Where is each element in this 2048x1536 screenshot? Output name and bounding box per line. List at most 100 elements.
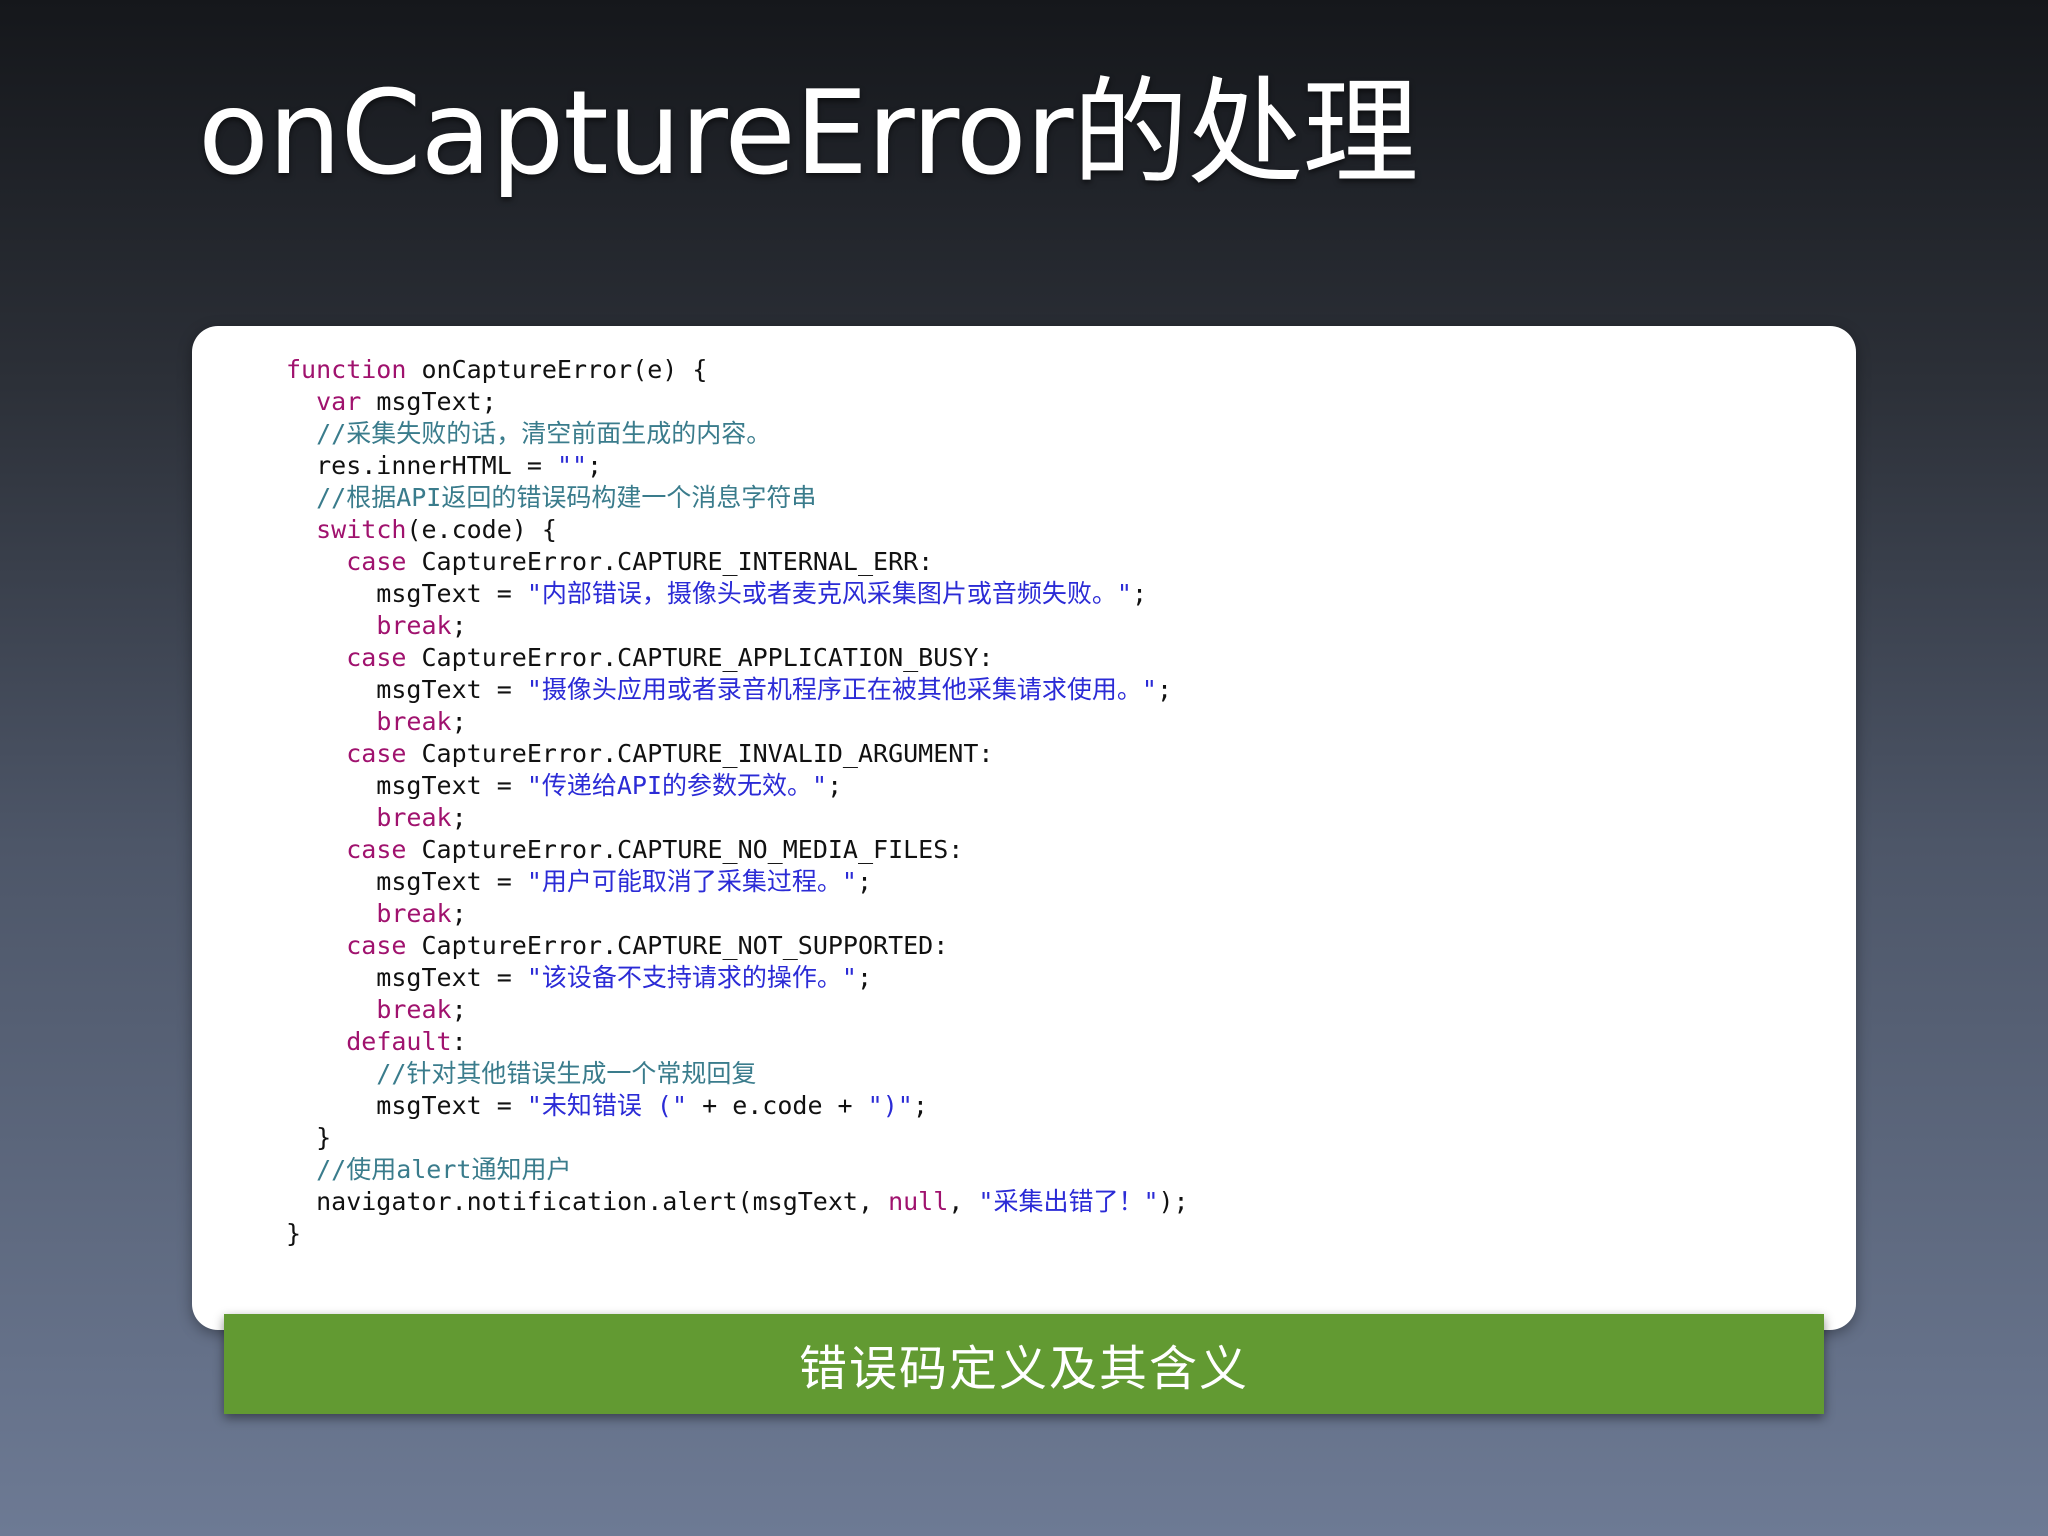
code-text: CaptureError.CAPTURE_INTERNAL_ERR: — [406, 547, 934, 576]
caption-text: 错误码定义及其含义 — [798, 1341, 1249, 1397]
code-text: } — [286, 1219, 302, 1248]
code-text: msgText = — [286, 963, 527, 992]
code-text: ; — [451, 707, 467, 736]
code-line: msgText = "该设备不支持请求的操作。"; — [286, 962, 1189, 994]
code-text: res.innerHTML = — [286, 451, 557, 480]
code-keyword: break — [376, 803, 452, 832]
code-string: ")" — [867, 1091, 913, 1120]
code-text: ; — [912, 1091, 928, 1120]
code-string: "该设备不支持请求的操作。" — [526, 963, 857, 992]
code-keyword: case — [346, 835, 407, 864]
code-text: : — [451, 1027, 467, 1056]
code-text: msgText = — [286, 771, 527, 800]
code-line: case CaptureError.CAPTURE_INVALID_ARGUME… — [286, 738, 1189, 770]
caption-bar: 错误码定义及其含义 — [224, 1314, 1824, 1414]
code-keyword: null — [888, 1187, 949, 1216]
code-text: msgText; — [361, 387, 497, 416]
code-keyword: default — [346, 1027, 452, 1056]
code-comment: //针对其他错误生成一个常规回复 — [286, 1059, 757, 1088]
code-keyword: case — [346, 547, 407, 576]
code-text: ; — [451, 899, 467, 928]
code-text: navigator.notification.alert(msgText, — [286, 1187, 889, 1216]
code-line: msgText = "摄像头应用或者录音机程序正在被其他采集请求使用。"; — [286, 674, 1189, 706]
code-keyword: case — [346, 931, 407, 960]
code-string: "" — [556, 451, 588, 480]
code-text: CaptureError.CAPTURE_NO_MEDIA_FILES: — [406, 835, 964, 864]
code-keyword: break — [376, 611, 452, 640]
code-string: "传递给API的参数无效。" — [526, 771, 828, 800]
code-line: msgText = "未知错误 (" + e.code + ")"; — [286, 1090, 1189, 1122]
code-line: case CaptureError.CAPTURE_APPLICATION_BU… — [286, 642, 1189, 674]
code-keyword: var — [316, 387, 362, 416]
code-text: } — [286, 1123, 332, 1152]
code-line: break; — [286, 706, 1189, 738]
slide-title: onCaptureError的处理 — [198, 66, 1418, 201]
code-text: CaptureError.CAPTURE_INVALID_ARGUMENT: — [406, 739, 994, 768]
code-text: , — [948, 1187, 979, 1216]
code-text: ; — [827, 771, 843, 800]
code-string: "内部错误，摄像头或者麦克风采集图片或音频失败。" — [526, 579, 1132, 608]
code-text: ; — [856, 867, 872, 896]
code-keyword: break — [376, 995, 452, 1024]
code-line: case CaptureError.CAPTURE_NO_MEDIA_FILES… — [286, 834, 1189, 866]
code-keyword: switch — [316, 515, 407, 544]
code-line: break; — [286, 994, 1189, 1026]
code-text: onCaptureError(e) { — [406, 355, 708, 384]
code-comment: //根据API返回的错误码构建一个消息字符串 — [286, 483, 817, 512]
code-text: ; — [1131, 579, 1147, 608]
code-string: "未知错误 (" — [526, 1091, 688, 1120]
code-line: msgText = "内部错误，摄像头或者麦克风采集图片或音频失败。"; — [286, 578, 1189, 610]
code-line: switch(e.code) { — [286, 514, 1189, 546]
code-keyword: function — [286, 355, 407, 384]
code-keyword: break — [376, 707, 452, 736]
code-text: ; — [451, 995, 467, 1024]
code-comment: //采集失败的话，清空前面生成的内容。 — [286, 419, 772, 448]
code-text: msgText = — [286, 867, 527, 896]
code-line: default: — [286, 1026, 1189, 1058]
code-text: msgText = — [286, 579, 527, 608]
code-keyword: case — [346, 643, 407, 672]
code-text: CaptureError.CAPTURE_APPLICATION_BUSY: — [406, 643, 994, 672]
code-line: //使用alert通知用户 — [286, 1154, 1189, 1186]
code-string: "摄像头应用或者录音机程序正在被其他采集请求使用。" — [526, 675, 1157, 704]
code-line: function onCaptureError(e) { — [286, 354, 1189, 386]
code-text: ; — [587, 451, 603, 480]
code-text: ; — [856, 963, 872, 992]
code-line: //采集失败的话，清空前面生成的内容。 — [286, 418, 1189, 450]
code-line: //针对其他错误生成一个常规回复 — [286, 1058, 1189, 1090]
code-text: + e.code + — [687, 1091, 868, 1120]
code-line: } — [286, 1218, 1189, 1250]
code-text: (e.code) { — [406, 515, 557, 544]
code-keyword: break — [376, 899, 452, 928]
code-line: msgText = "用户可能取消了采集过程。"; — [286, 866, 1189, 898]
code-line: case CaptureError.CAPTURE_NOT_SUPPORTED: — [286, 930, 1189, 962]
code-line: } — [286, 1122, 1189, 1154]
code-line: res.innerHTML = ""; — [286, 450, 1189, 482]
code-line: break; — [286, 802, 1189, 834]
code-keyword: case — [346, 739, 407, 768]
code-comment: //使用alert通知用户 — [286, 1155, 572, 1184]
code-block: function onCaptureError(e) { var msgText… — [286, 354, 1189, 1250]
code-card: function onCaptureError(e) { var msgText… — [192, 326, 1856, 1330]
code-text: msgText = — [286, 1091, 527, 1120]
code-text: ; — [451, 803, 467, 832]
code-text: ; — [451, 611, 467, 640]
code-line: break; — [286, 898, 1189, 930]
code-line: var msgText; — [286, 386, 1189, 418]
code-text: msgText = — [286, 675, 527, 704]
code-text: CaptureError.CAPTURE_NOT_SUPPORTED: — [406, 931, 949, 960]
code-line: navigator.notification.alert(msgText, nu… — [286, 1186, 1189, 1218]
code-text: ); — [1158, 1187, 1189, 1216]
